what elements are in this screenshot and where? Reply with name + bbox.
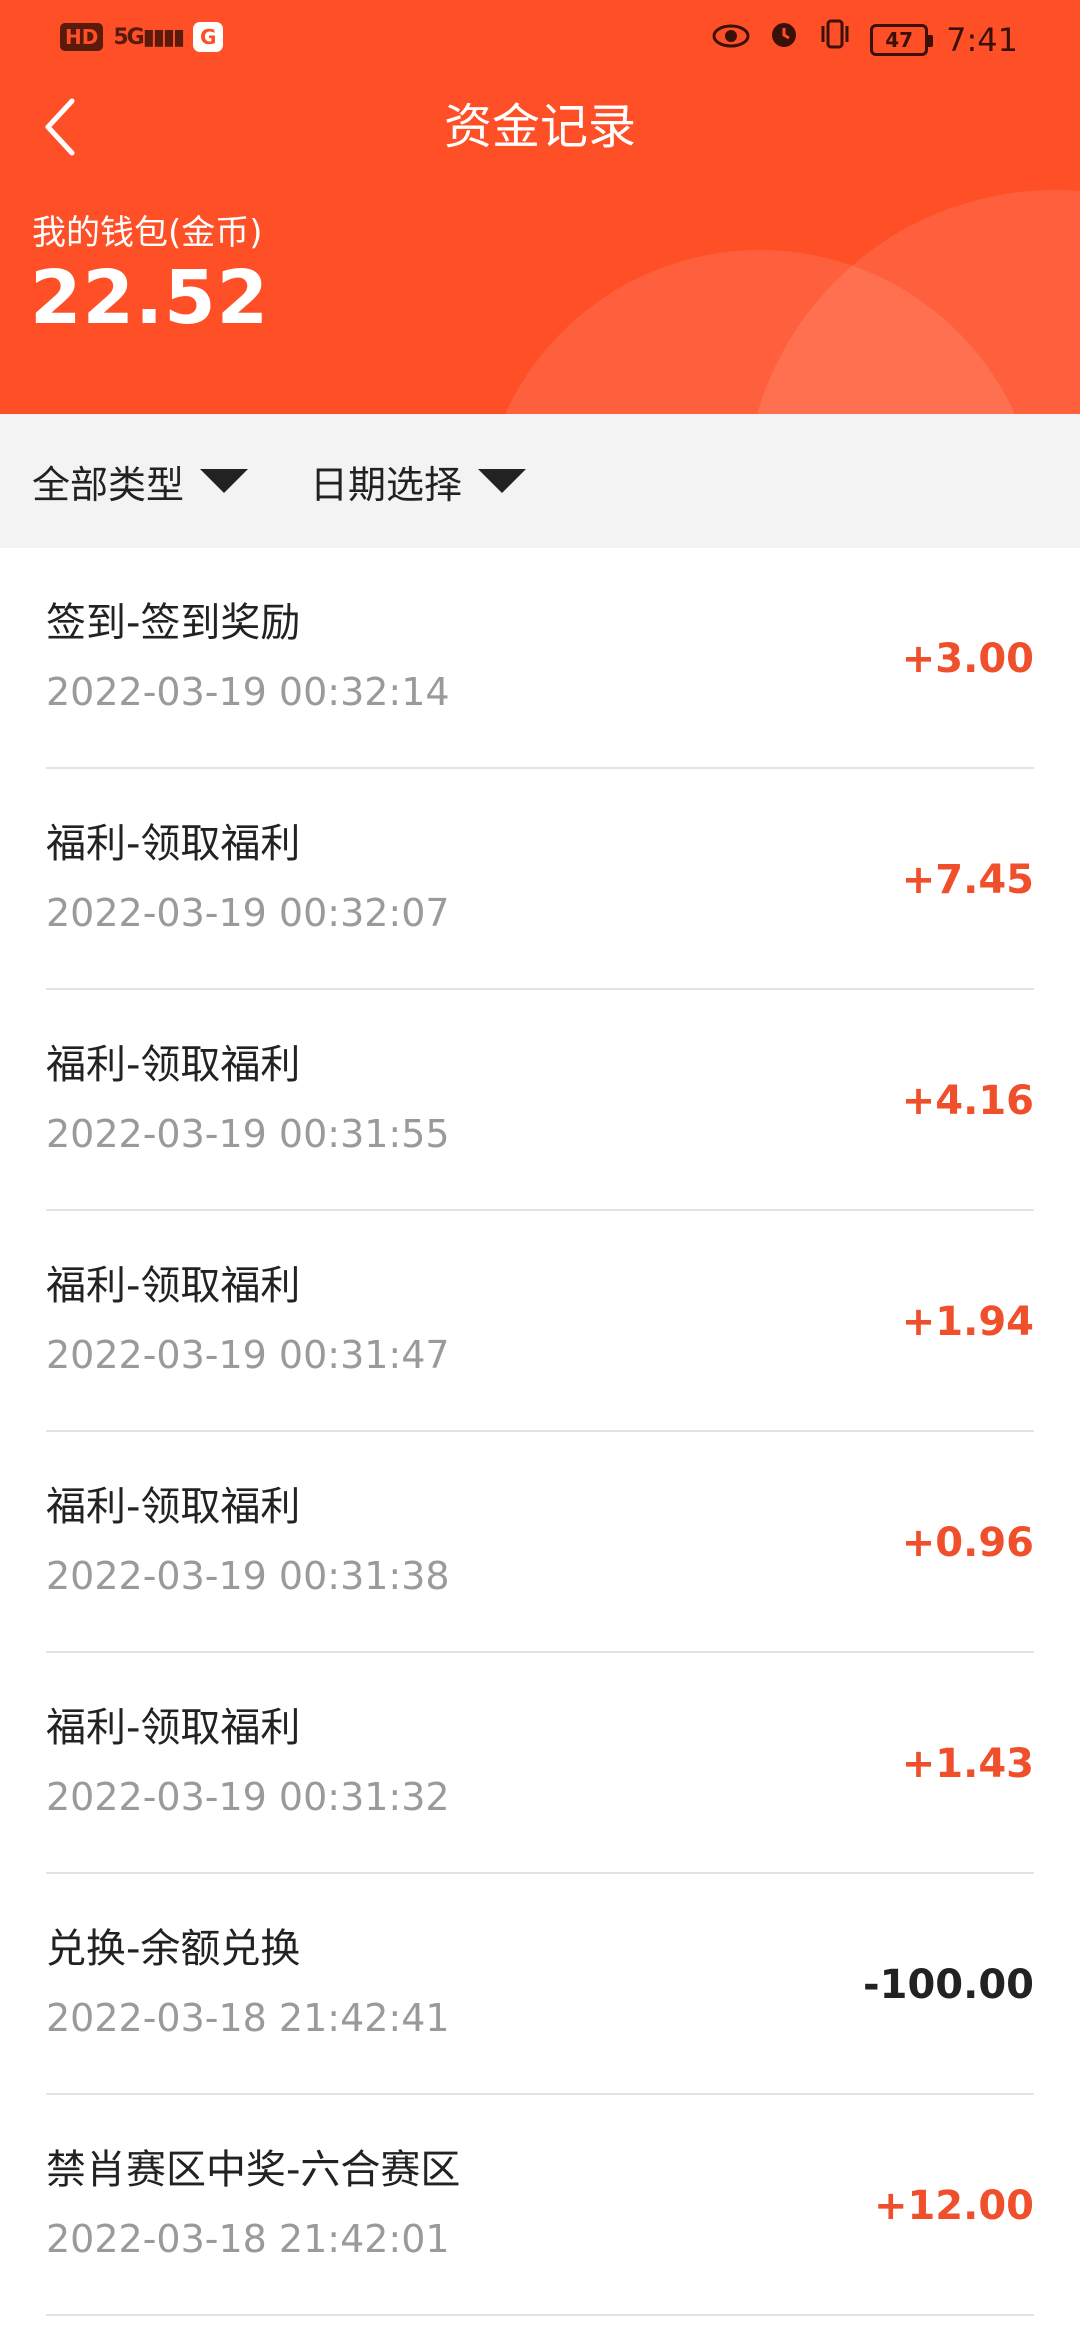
record-time: 2022-03-18 21:42:01 xyxy=(46,2217,450,2261)
record-title: 福利-领取福利 xyxy=(46,821,301,867)
status-right: 47 7:41 xyxy=(712,18,1018,61)
record-title: 福利-领取福利 xyxy=(46,1705,301,1751)
signal-icon: 5G▮▮▮▮ xyxy=(113,24,185,50)
date-filter-dropdown[interactable]: 日期选择 xyxy=(310,454,527,509)
list-item[interactable]: 签到-签到奖励 2022-03-19 00:32:14 +3.00 xyxy=(46,548,1034,769)
record-amount: +0.96 xyxy=(901,1519,1034,1566)
caret-down-icon xyxy=(478,469,527,493)
list-item[interactable]: 福利-领取福利 2022-03-19 00:31:47 +1.94 xyxy=(46,1211,1034,1432)
status-bar: HD 5G▮▮▮▮ G 47 7:41 xyxy=(0,0,1080,80)
record-amount: +12.00 xyxy=(873,2182,1034,2229)
app-notification-icon: G xyxy=(193,22,224,52)
eye-icon xyxy=(712,20,750,60)
record-time: 2022-03-18 21:42:41 xyxy=(46,1996,450,2040)
filter-bar: 全部类型 日期选择 xyxy=(0,414,1080,548)
record-time: 2022-03-19 00:31:55 xyxy=(46,1112,450,1156)
record-title: 兑换-余额兑换 xyxy=(46,1926,301,1972)
list-item[interactable]: 福利-领取福利 2022-03-19 00:31:55 +4.16 xyxy=(46,990,1034,1211)
record-time: 2022-03-19 00:31:47 xyxy=(46,1333,450,1377)
list-item[interactable]: 福利-领取福利 2022-03-19 00:32:07 +7.45 xyxy=(46,769,1034,990)
hd-badge: HD xyxy=(60,23,104,51)
record-title: 福利-领取福利 xyxy=(46,1042,301,1088)
list-item[interactable]: 禁肖赛区中奖-六合赛区 2022-03-18 21:42:01 +12.00 xyxy=(46,2095,1034,2316)
network-type: 5G xyxy=(113,24,144,50)
record-amount: +3.00 xyxy=(901,635,1034,682)
page-title: 资金记录 xyxy=(443,99,636,155)
record-amount: +1.94 xyxy=(901,1298,1034,1345)
list-item[interactable]: 兑换-余额兑换 2022-03-18 21:42:41 -100.00 xyxy=(46,1874,1034,2095)
vibrate-icon xyxy=(818,18,852,61)
record-time: 2022-03-19 00:32:07 xyxy=(46,891,450,935)
record-amount: -100.00 xyxy=(863,1961,1034,2008)
record-title: 禁肖赛区中奖-六合赛区 xyxy=(46,2147,461,2193)
wallet-header: HD 5G▮▮▮▮ G 47 7:41 资金记录 我的钱包(金币) 22.52 xyxy=(0,0,1080,414)
wallet-balance: 22.52 xyxy=(30,255,270,341)
type-filter-label: 全部类型 xyxy=(32,462,185,507)
record-time: 2022-03-19 00:32:14 xyxy=(46,670,450,714)
battery-icon: 47 xyxy=(870,23,934,56)
type-filter-dropdown[interactable]: 全部类型 xyxy=(32,454,249,509)
record-title: 福利-领取福利 xyxy=(46,1484,301,1530)
record-title: 福利-领取福利 xyxy=(46,1263,301,1309)
record-amount: +1.43 xyxy=(901,1740,1034,1787)
record-amount: +4.16 xyxy=(901,1077,1034,1124)
list-item[interactable]: 福利-领取福利 2022-03-19 00:31:32 +1.43 xyxy=(46,1653,1034,1874)
alarm-icon xyxy=(768,18,800,61)
record-amount: +7.45 xyxy=(901,856,1034,903)
caret-down-icon xyxy=(200,469,249,493)
record-time: 2022-03-19 00:31:38 xyxy=(46,1554,450,1598)
record-time: 2022-03-19 00:31:32 xyxy=(46,1775,450,1819)
records-list: 签到-签到奖励 2022-03-19 00:32:14 +3.00 福利-领取福… xyxy=(0,548,1080,2316)
status-left: HD 5G▮▮▮▮ G xyxy=(60,22,224,52)
record-title: 签到-签到奖励 xyxy=(46,600,301,646)
wallet-label: 我的钱包(金币) xyxy=(32,213,263,253)
status-time: 7:41 xyxy=(946,20,1018,59)
list-item[interactable]: 福利-领取福利 2022-03-19 00:31:38 +0.96 xyxy=(46,1432,1034,1653)
date-filter-label: 日期选择 xyxy=(310,462,463,507)
